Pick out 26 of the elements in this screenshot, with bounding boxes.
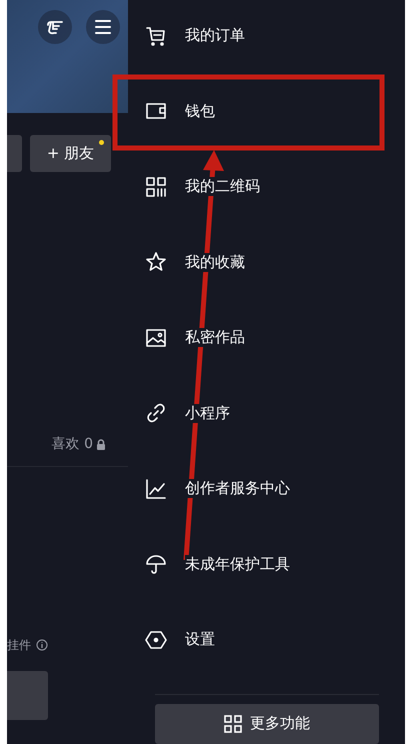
link-icon [145, 402, 167, 424]
likes-tab[interactable]: 喜欢 0 [52, 435, 93, 453]
menu-item[interactable]: 我的订单 [128, 0, 405, 74]
menu-item[interactable]: 私密作品 [128, 300, 405, 376]
menu-item[interactable]: 钱包 [128, 74, 405, 149]
menu-item[interactable]: 小程序 [128, 376, 405, 451]
menu-item[interactable]: 未成年保护工具 [128, 526, 405, 602]
menu-item[interactable]: 我的二维码 [128, 149, 405, 224]
menu-item[interactable]: 我的收藏 [128, 224, 405, 300]
menu-item[interactable]: 创作者服务中心 [128, 451, 405, 526]
menu-icon [94, 19, 112, 35]
add-friend-button[interactable]: + 朋友 [30, 135, 111, 172]
more-features-button[interactable]: 更多功能 [155, 704, 379, 744]
qr-code-icon [145, 176, 167, 198]
chart-icon [145, 478, 167, 500]
umbrella-icon [145, 553, 167, 576]
widget-label: 挂件 [7, 636, 31, 654]
info-icon[interactable] [36, 639, 48, 651]
menu-button[interactable] [86, 10, 120, 44]
settings-icon [145, 628, 167, 651]
grid-icon [224, 714, 242, 732]
image-icon [145, 326, 167, 349]
star-icon [145, 251, 167, 274]
menu-item[interactable]: 设置 [128, 602, 405, 678]
cart-icon [145, 24, 167, 47]
hand-button[interactable] [38, 10, 72, 44]
